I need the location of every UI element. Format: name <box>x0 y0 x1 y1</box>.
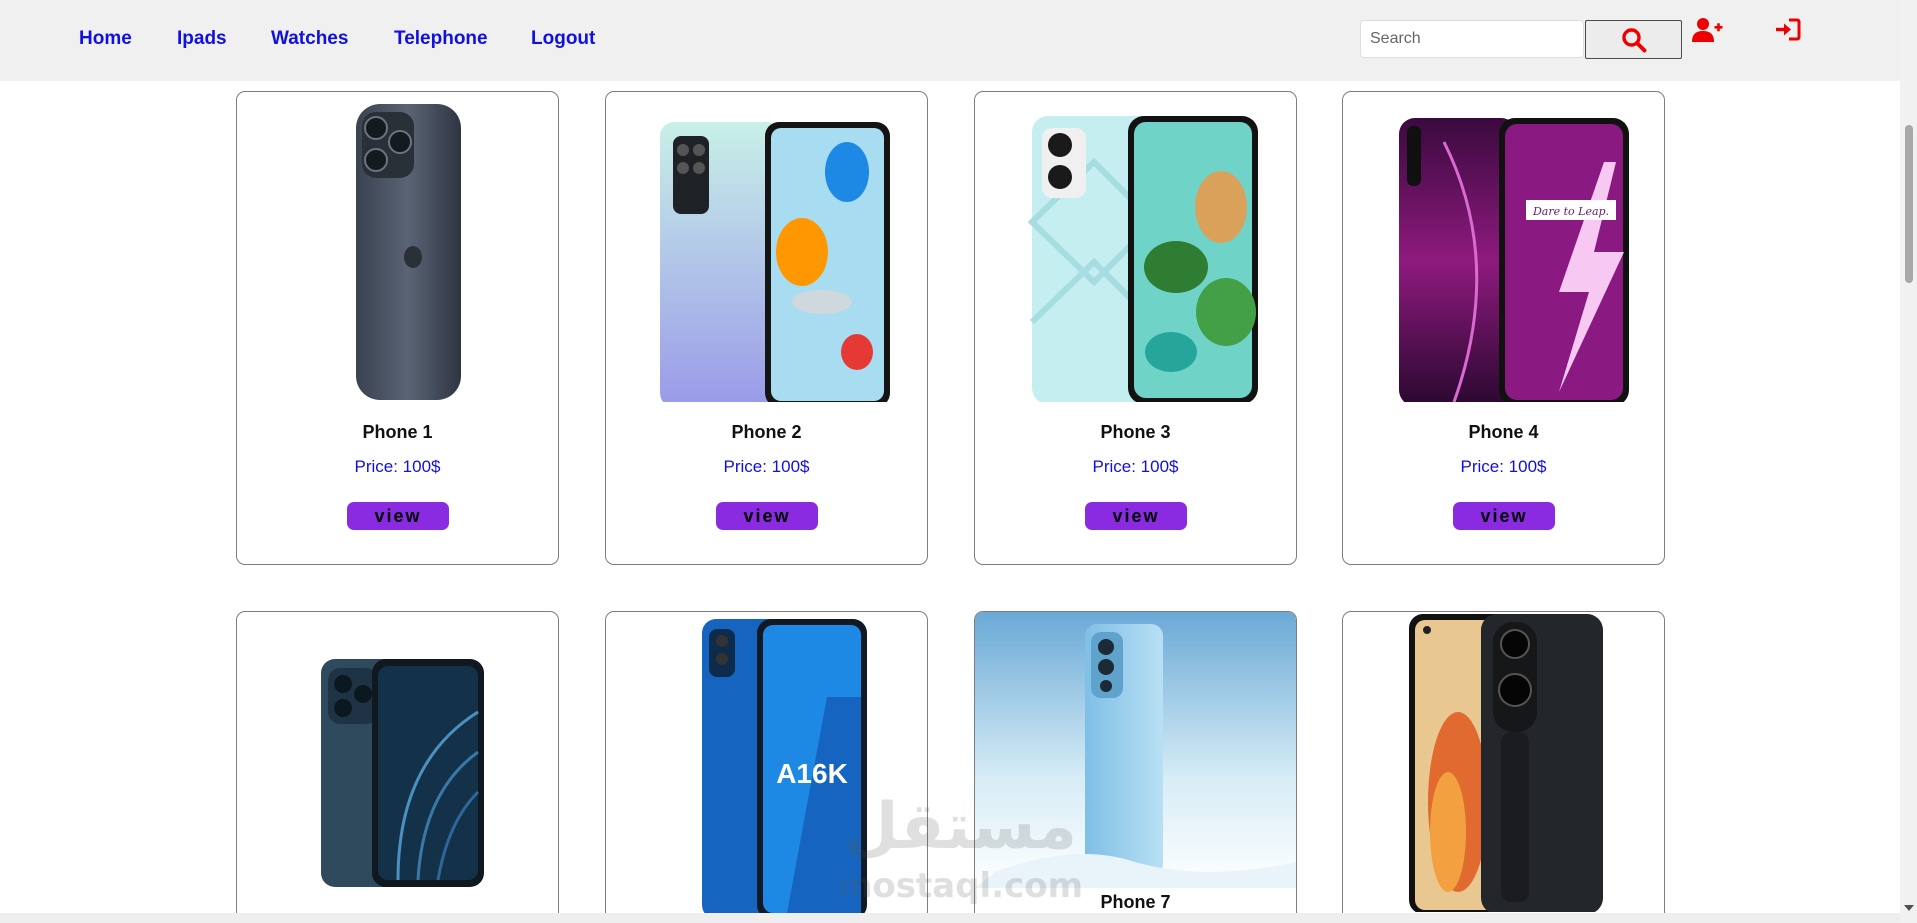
login-button[interactable] <box>1774 17 1802 48</box>
phone-image-icon <box>1027 116 1258 402</box>
top-navbar: Home Ipads Watches Telephone Logout <box>0 0 1900 81</box>
product-card: Phone 3 Price: 100$ view <box>974 91 1297 565</box>
view-button[interactable]: view <box>1453 502 1555 530</box>
page: Home Ipads Watches Telephone Logout Sear… <box>0 0 1917 923</box>
phone-image-icon: A16K <box>701 619 867 917</box>
product-price: Price: 100$ <box>1460 457 1547 476</box>
phone-image-icon <box>320 659 484 887</box>
search-input[interactable] <box>1360 20 1584 58</box>
product-card: Phone 7 <box>974 611 1297 923</box>
product-name: Phone 1 <box>362 422 433 442</box>
nav-link-watches[interactable]: Watches <box>271 28 348 50</box>
product-image <box>975 102 1296 402</box>
nav-link-logout[interactable]: Logout <box>531 28 595 50</box>
product-image: Dare to Leap. <box>1343 102 1664 402</box>
product-card: Phone 2 Price: 100$ view <box>605 91 928 565</box>
view-button[interactable]: view <box>1085 502 1187 530</box>
product-card: Phone 1 Price: 100$ view <box>236 91 559 565</box>
product-name: Phone 7 <box>1100 892 1171 912</box>
product-card <box>236 611 559 923</box>
scrollbar-thumb[interactable] <box>1905 125 1913 283</box>
product-price: Price: 100$ <box>723 457 810 476</box>
product-image <box>975 612 1296 888</box>
search-button[interactable] <box>1585 20 1682 59</box>
vertical-scrollbar[interactable] <box>1900 0 1917 923</box>
product-price: Price: 100$ <box>1092 457 1179 476</box>
sign-in-icon <box>1776 18 1801 41</box>
phone-image-icon <box>975 612 1296 888</box>
phone4-slogan: Dare to Leap. <box>1531 205 1608 218</box>
view-button[interactable]: view <box>347 502 449 530</box>
view-button[interactable]: view <box>716 502 818 530</box>
product-card: A16K <box>605 611 928 923</box>
product-name: Phone 3 <box>1100 422 1171 442</box>
nav-link-ipads[interactable]: Ipads <box>177 28 227 50</box>
phone-image-icon: Dare to Leap. <box>1398 118 1629 402</box>
search-icon <box>1621 27 1646 52</box>
product-price: Price: 100$ <box>354 457 441 476</box>
phone-image-icon <box>659 122 890 402</box>
product-card <box>1342 611 1665 923</box>
user-plus-icon <box>1692 18 1723 42</box>
register-user-button[interactable] <box>1692 17 1724 48</box>
product-image <box>606 102 927 402</box>
product-name: Phone 2 <box>731 422 802 442</box>
product-image <box>237 642 558 923</box>
phone6-model-label: A16K <box>776 758 848 789</box>
horizontal-scroll-track <box>0 913 1900 923</box>
nav-link-telephone[interactable]: Telephone <box>394 28 488 50</box>
product-image: A16K <box>606 617 927 917</box>
product-name: Phone 4 <box>1468 422 1539 442</box>
phone-image-icon <box>355 104 461 400</box>
product-card: Dare to Leap. Phone 4 Price: 100$ view <box>1342 91 1665 565</box>
scroll-down-arrow-icon[interactable] <box>1904 905 1914 911</box>
product-image <box>1343 612 1664 912</box>
phone-image-icon <box>1409 614 1603 912</box>
nav-link-home[interactable]: Home <box>79 28 132 50</box>
product-image <box>237 102 558 402</box>
